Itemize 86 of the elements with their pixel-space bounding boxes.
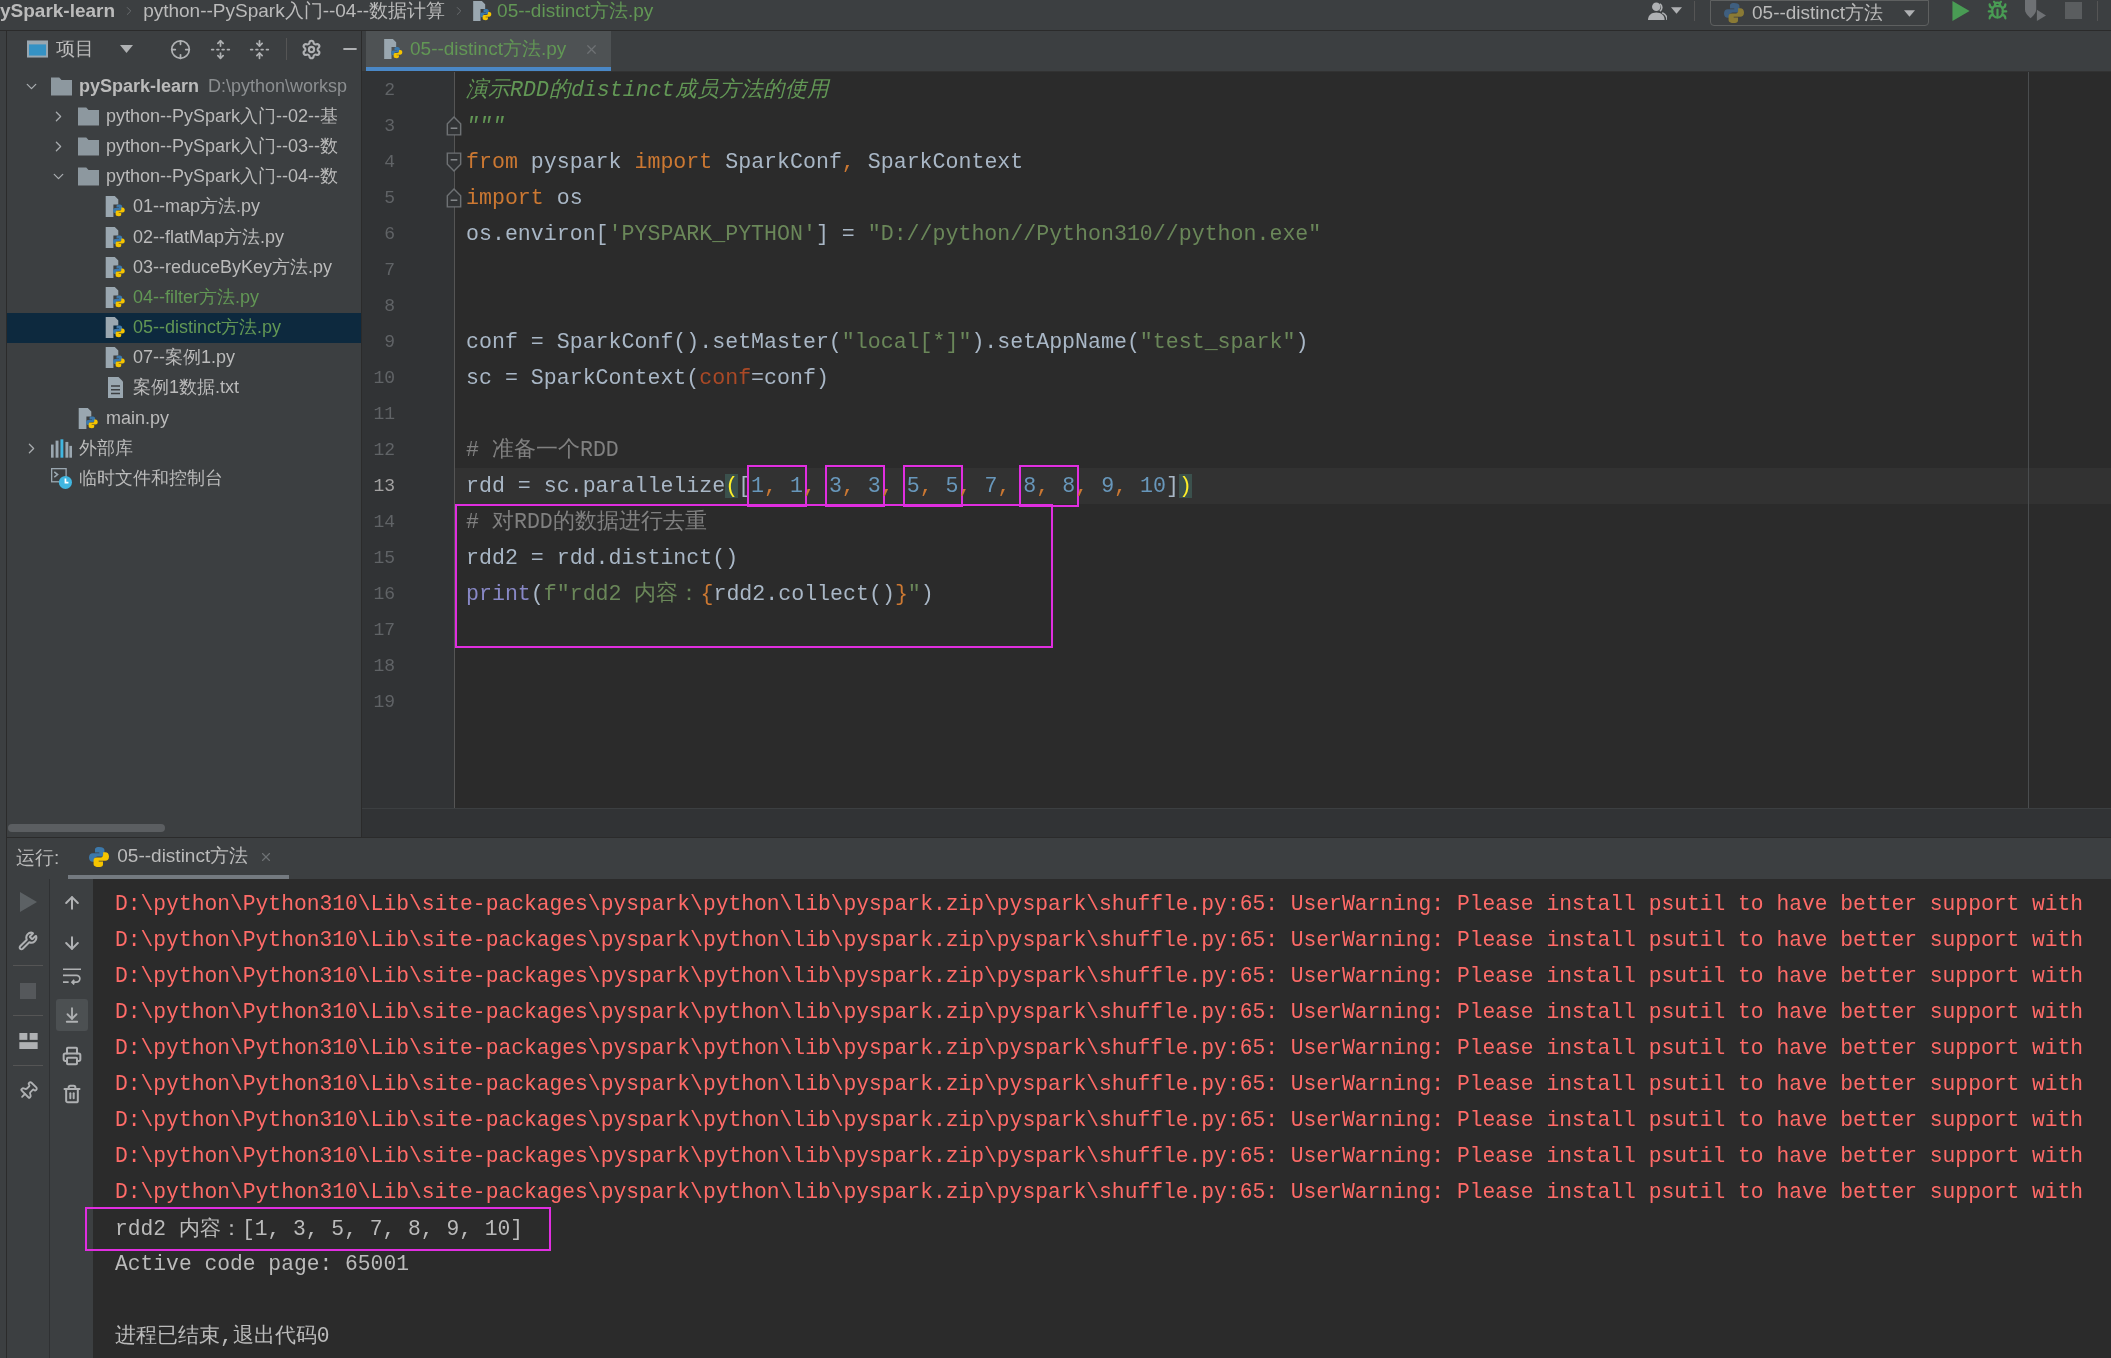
bug-icon[interactable] — [1987, 0, 2008, 21]
library-icon — [51, 437, 72, 459]
code-line: 演示RDD的distinct成员方法的使用 — [466, 76, 829, 104]
folder-icon — [78, 166, 99, 188]
console-line: D:\python\Python310\Lib\site-packages\pyspark\python\lib\pyspark.zip\pyspark\shuffle.py:65: UserWarning: Please install psutil to have better support with — [115, 1107, 2084, 1135]
tree-item[interactable]: 03--reduceByKey方法.py — [7, 252, 361, 283]
line-number: 13 — [373, 474, 395, 498]
text-file-icon — [105, 377, 126, 399]
code-line: sc = SparkContext(conf=conf) — [466, 364, 829, 392]
settings-icon[interactable] — [301, 38, 322, 60]
folder-icon — [78, 135, 99, 157]
folder-icon — [51, 75, 72, 97]
code-text: , — [880, 472, 895, 500]
breadcrumb-item[interactable]: 05--distinct方法.py — [497, 0, 654, 22]
tree-item[interactable]: 01--map方法.py — [7, 191, 361, 222]
tree-item[interactable]: pySpark-learn D:\python\worksp — [7, 71, 361, 102]
console-line: D:\python\Python310\Lib\site-packages\pyspark\python\lib\pyspark.zip\pyspark\shuffle.py:65: UserWarning: Please install psutil to have better support with — [115, 1143, 2084, 1171]
console-line: D:\python\Python310\Lib\site-packages\pyspark\python\lib\pyspark.zip\pyspark\shuffle.py:65: UserWarning: Please install psutil to have better support with — [115, 999, 2084, 1027]
run-config-dropdown[interactable]: 05--distinct方法 — [1710, 0, 1929, 26]
terminal-clock-icon — [51, 468, 72, 490]
python-file-icon — [105, 226, 126, 248]
wrench-icon[interactable] — [18, 931, 38, 951]
python-file-icon — [78, 407, 99, 429]
trash-icon[interactable] — [61, 1084, 82, 1104]
view-selector[interactable]: 项目 — [27, 34, 133, 64]
code-line: import os — [466, 184, 583, 212]
console-line: D:\python\Python310\Lib\site-packages\pyspark\python\lib\pyspark.zip\pyspark\shuffle.py:65: UserWarning: Please install psutil to have better support with — [115, 1179, 2084, 1207]
code-line: os.environ['PYSPARK_PYTHON'] = "D://python//Python310//python.exe" — [466, 220, 1322, 248]
breadcrumb-item[interactable]: python--PySpark入门--04--数据计算 — [143, 0, 446, 22]
tree-item[interactable]: 外部库 — [7, 433, 361, 464]
printer-icon[interactable] — [61, 1046, 82, 1066]
monitor-icon — [27, 40, 48, 58]
code-line: conf = SparkConf().setMaster("local[*]").setAppName("test_spark") — [466, 328, 1309, 356]
fold-marker-icon[interactable] — [446, 152, 462, 172]
code-line: from pyspark import SparkConf, SparkContext — [466, 148, 1024, 176]
console-line: D:\python\Python310\Lib\site-packages\pyspark\python\lib\pyspark.zip\pyspark\shuffle.py:65: UserWarning: Please install psutil to have better support with — [115, 891, 2084, 919]
collapse-all-icon[interactable] — [249, 38, 270, 60]
console-line: Active code page: 65001 — [115, 1251, 409, 1279]
code-text: , 7, — [958, 472, 1012, 500]
python-file-icon — [105, 256, 126, 278]
folder-icon — [78, 105, 99, 127]
crosshair-icon[interactable] — [170, 38, 191, 60]
console-line: D:\python\Python310\Lib\site-packages\pyspark\python\lib\pyspark.zip\pyspark\shuffle.py:65: UserWarning: Please install psutil to have better support with — [115, 1071, 2084, 1099]
fold-marker-icon[interactable] — [446, 188, 462, 208]
console-line: D:\python\Python310\Lib\site-packages\pyspark\python\lib\pyspark.zip\pyspark\shuffle.py:65: UserWarning: Please install psutil to have better support with — [115, 927, 2084, 955]
console-line: D:\python\Python310\Lib\site-packages\pyspark\python\lib\pyspark.zip\pyspark\shuffle.py:65: UserWarning: Please install psutil to have better support with — [115, 1035, 2084, 1063]
soft-wrap-icon[interactable] — [62, 967, 81, 985]
user-icon[interactable] — [1648, 1, 1667, 20]
run-label: 运行: — [16, 846, 60, 871]
python-file-icon — [105, 196, 126, 218]
tree-item[interactable]: 临时文件和控制台 — [7, 463, 361, 494]
expand-all-icon[interactable] — [210, 38, 231, 60]
highlighted-output: rdd2 内容：[1, 3, 5, 7, 8, 9, 10] — [85, 1207, 551, 1251]
python-file-icon — [105, 317, 126, 339]
code-comment: # 对RDD的数据进行去重 — [466, 508, 707, 536]
layout-icon[interactable] — [18, 1033, 38, 1049]
python-file-icon — [105, 286, 126, 308]
play-icon[interactable] — [1952, 0, 1970, 21]
python-file-icon — [473, 0, 493, 21]
python-file-icon — [384, 39, 403, 59]
tree-item[interactable]: python--PySpark入门--03--数 — [7, 131, 361, 162]
caret-down-icon — [120, 45, 133, 53]
tree-item[interactable]: 02--flatMap方法.py — [7, 221, 361, 253]
code-comment: # 准备一个RDD — [466, 436, 619, 464]
tree-item[interactable]: 04--filter方法.py — [7, 282, 361, 313]
tree-item[interactable]: 05--distinct方法.py — [7, 312, 361, 343]
caret-down-icon[interactable] — [1671, 7, 1682, 14]
python-file-icon — [105, 347, 126, 369]
code-line: rdd2 = rdd.distinct() — [466, 544, 739, 572]
fold-marker-icon[interactable] — [446, 116, 462, 136]
python-logo-icon — [89, 846, 110, 867]
python-logo-icon — [1724, 3, 1744, 23]
path-label: D:\python\worksp — [208, 74, 348, 98]
console-line: 进程已结束,退出代码0 — [115, 1323, 330, 1351]
console-line: D:\python\Python310\Lib\site-packages\pyspark\python\lib\pyspark.zip\pyspark\shuffle.py:65: UserWarning: Please install psutil to have better support with — [115, 963, 2084, 991]
caret-down-icon — [1904, 9, 1915, 17]
code-text: , 9, 10]) — [1075, 472, 1192, 500]
code-line: """ — [466, 112, 505, 140]
tree-item[interactable]: 07--案例1.py — [7, 342, 361, 373]
code-line: print(f"rdd2 内容：{rdd2.collect()}") — [466, 580, 934, 608]
tree-item[interactable]: main.py — [7, 403, 361, 434]
horizontal-scrollbar[interactable] — [8, 824, 165, 832]
tree-item[interactable]: python--PySpark入门--04--数 — [7, 161, 361, 192]
tree-item[interactable]: python--PySpark入门--02--基 — [7, 101, 361, 132]
tree-item[interactable]: 案例1数据.txt — [7, 372, 361, 404]
breadcrumb-item[interactable]: ySpark-learn — [0, 0, 116, 22]
